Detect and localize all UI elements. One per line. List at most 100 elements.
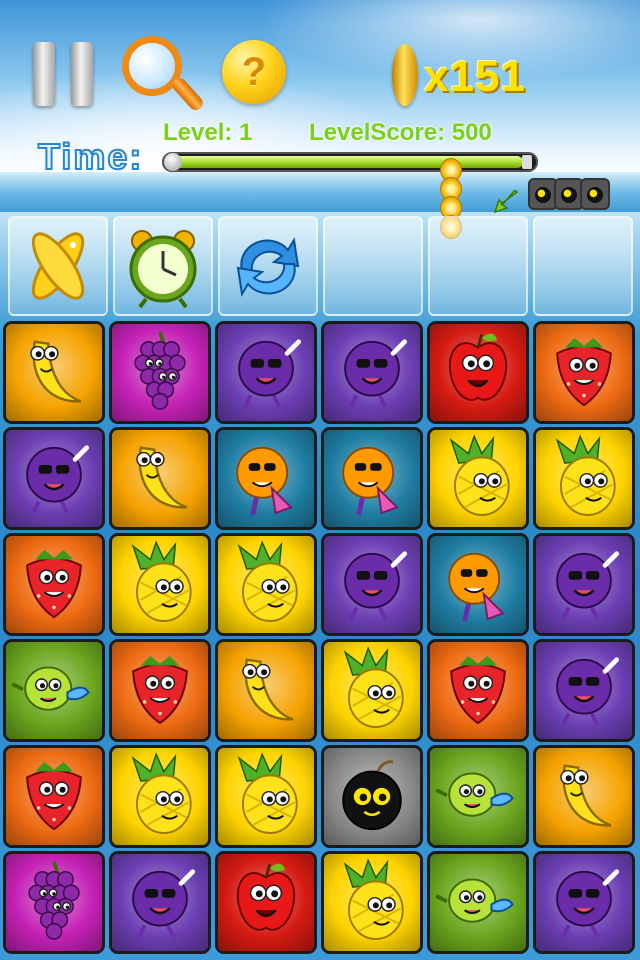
tile-strawberry[interactable]: [3, 745, 105, 848]
pineapple-icon: [112, 748, 208, 845]
tile-lime[interactable]: [3, 639, 105, 742]
tile-pineapple[interactable]: [109, 533, 211, 636]
tile-lime[interactable]: [427, 851, 529, 954]
banana-icon: [112, 430, 208, 527]
strawberry-icon: [6, 748, 102, 845]
powerup-slot-alarm-clock[interactable]: [113, 216, 213, 316]
tile-banana[interactable]: [215, 639, 317, 742]
lime-icon: [430, 748, 526, 845]
powerup-slot-gold-ring[interactable]: [8, 216, 108, 316]
pineapple-icon: [112, 536, 208, 633]
tile-plum[interactable]: [321, 533, 423, 636]
tile-plum[interactable]: [533, 639, 635, 742]
tile-pineapple[interactable]: [321, 851, 423, 954]
strawberry-icon: [430, 642, 526, 739]
tile-bomb[interactable]: [321, 745, 423, 848]
tile-strawberry[interactable]: [3, 533, 105, 636]
tile-apple[interactable]: [215, 851, 317, 954]
orange-icon: [430, 536, 526, 633]
tile-plum[interactable]: [533, 533, 635, 636]
plum-icon: [324, 536, 420, 633]
time-progress-bar: [162, 152, 538, 172]
pineapple-icon: [218, 536, 314, 633]
tile-banana[interactable]: [533, 745, 635, 848]
powerup-slot-empty[interactable]: [428, 216, 528, 316]
orange-icon: [218, 430, 314, 527]
pineapple-icon: [324, 854, 420, 951]
apple-icon: [430, 324, 526, 421]
hint-magnifier-button[interactable]: [118, 34, 206, 113]
gold-ring-icon: [10, 218, 106, 314]
tile-apple[interactable]: [427, 321, 529, 424]
tile-pineapple[interactable]: [321, 639, 423, 742]
tile-pineapple[interactable]: [215, 745, 317, 848]
pineapple-icon: [430, 430, 526, 527]
strawberry-icon: [536, 324, 632, 421]
tile-pineapple[interactable]: [215, 533, 317, 636]
tile-pineapple[interactable]: [533, 427, 635, 530]
fruit-board: [0, 318, 640, 960]
tile-strawberry[interactable]: [533, 321, 635, 424]
plum-icon: [536, 642, 632, 739]
shuffle-arrows-icon: [220, 218, 316, 314]
banana-icon: [218, 642, 314, 739]
tile-plum[interactable]: [215, 321, 317, 424]
bomb-counter: [528, 178, 612, 210]
pineapple-icon: [324, 642, 420, 739]
grape-icon: [6, 854, 102, 951]
powerup-slot-empty[interactable]: [323, 216, 423, 316]
tile-strawberry[interactable]: [109, 639, 211, 742]
tile-orange[interactable]: [427, 533, 529, 636]
pause-button[interactable]: [33, 42, 95, 106]
plum-icon: [536, 536, 632, 633]
tile-strawberry[interactable]: [427, 639, 529, 742]
plum-icon: [536, 854, 632, 951]
tile-grape[interactable]: [3, 851, 105, 954]
plum-icon: [112, 854, 208, 951]
time-label: Time:: [37, 135, 144, 178]
plum-icon: [324, 324, 420, 421]
tile-pineapple[interactable]: [109, 745, 211, 848]
tile-pineapple[interactable]: [427, 427, 529, 530]
pineapple-icon: [218, 748, 314, 845]
banana-icon: [6, 324, 102, 421]
pineapple-icon: [536, 430, 632, 527]
level-label: Level: 1: [163, 119, 253, 146]
apple-icon: [218, 854, 314, 951]
plum-icon: [6, 430, 102, 527]
powerup-slot-empty[interactable]: [533, 216, 633, 316]
time-progress-fill: [166, 156, 523, 168]
bomb-icon: [324, 748, 420, 845]
tile-orange[interactable]: [215, 427, 317, 530]
alarm-clock-icon: [115, 218, 211, 314]
tile-grape[interactable]: [109, 321, 211, 424]
lime-icon: [6, 642, 102, 739]
orange-icon: [324, 430, 420, 527]
strawberry-icon: [112, 642, 208, 739]
grape-icon: [112, 324, 208, 421]
pause-icon: [33, 42, 55, 106]
powerup-toolbar: [0, 214, 640, 318]
tile-banana[interactable]: [3, 321, 105, 424]
powerup-slot-shuffle[interactable]: [218, 216, 318, 316]
banana-icon: [536, 748, 632, 845]
tile-orange[interactable]: [321, 427, 423, 530]
coin-count: x151: [424, 52, 526, 101]
tile-plum[interactable]: [533, 851, 635, 954]
tile-plum[interactable]: [321, 321, 423, 424]
level-score-label: LevelScore: 500: [309, 119, 492, 146]
help-coin-button[interactable]: ?: [222, 40, 286, 104]
game-hud: ? x151 Level: 1 LevelScore: 500 Time:: [0, 0, 640, 239]
lime-icon: [430, 854, 526, 951]
bomb-icon: [580, 178, 610, 210]
question-mark-icon: ?: [241, 49, 267, 94]
arrow-icon: [493, 188, 519, 214]
tile-plum[interactable]: [3, 427, 105, 530]
tile-plum[interactable]: [109, 851, 211, 954]
tile-banana[interactable]: [109, 427, 211, 530]
tile-lime[interactable]: [427, 745, 529, 848]
coin-icon: [392, 44, 418, 106]
plum-icon: [218, 324, 314, 421]
time-bar-knob: [164, 153, 182, 171]
strawberry-icon: [6, 536, 102, 633]
